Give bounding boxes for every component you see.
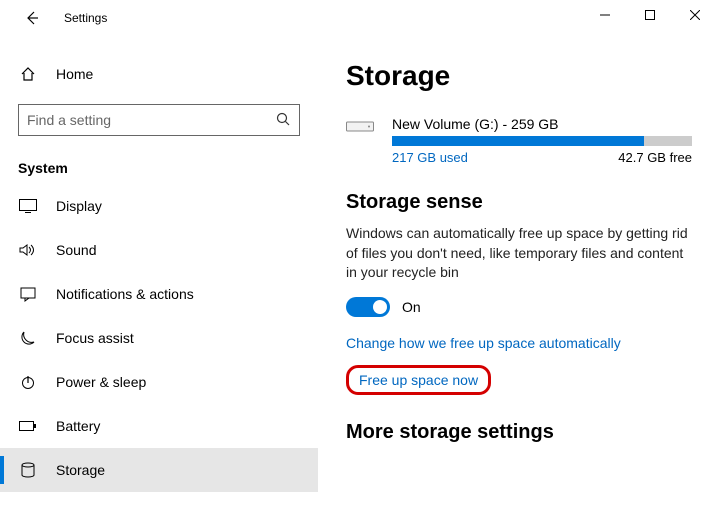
nav-label: Focus assist (56, 330, 134, 346)
link-free-up-now[interactable]: Free up space now (359, 372, 478, 388)
nav-label: Battery (56, 418, 100, 434)
back-button[interactable] (18, 4, 46, 32)
window-title: Settings (64, 11, 107, 25)
search-input[interactable] (27, 112, 275, 128)
nav-label: Display (56, 198, 102, 214)
power-icon (18, 374, 38, 390)
storage-sense-desc: Windows can automatically free up space … (346, 224, 697, 283)
nav-label: Storage (56, 462, 105, 478)
group-header-system: System (18, 160, 300, 176)
nav-battery[interactable]: Battery (18, 404, 300, 448)
sidebar: Home System Display Sound Notifica (0, 36, 318, 516)
battery-icon (18, 420, 38, 432)
drive-gauge (392, 136, 692, 146)
storage-icon (18, 462, 38, 478)
drive-used-link[interactable]: 217 GB used (392, 150, 468, 165)
drive-icon (346, 116, 376, 165)
link-change-free-up[interactable]: Change how we free up space automaticall… (346, 335, 621, 351)
storage-sense-toggle-label: On (402, 299, 421, 315)
minimize-button[interactable] (582, 0, 627, 30)
drive-gauge-fill (392, 136, 644, 146)
nav-label: Notifications & actions (56, 286, 194, 302)
highlight-annotation: Free up space now (346, 365, 491, 395)
display-icon (18, 199, 38, 213)
nav-focus-assist[interactable]: Focus assist (18, 316, 300, 360)
home-icon (18, 66, 38, 82)
home-label: Home (56, 66, 93, 82)
drive-name: New Volume (G:) - 259 GB (392, 116, 697, 132)
sound-icon (18, 243, 38, 257)
page-title: Storage (346, 60, 697, 92)
maximize-button[interactable] (627, 0, 672, 30)
more-storage-heading: More storage settings (346, 421, 697, 444)
nav-storage[interactable]: Storage (0, 448, 318, 492)
nav-label: Power & sleep (56, 374, 146, 390)
storage-sense-heading: Storage sense (346, 191, 697, 214)
nav-notifications[interactable]: Notifications & actions (18, 272, 300, 316)
notifications-icon (18, 286, 38, 302)
content-pane: Storage New Volume (G:) - 259 GB 217 GB … (318, 36, 717, 516)
home-nav[interactable]: Home (18, 54, 300, 94)
nav-sound[interactable]: Sound (18, 228, 300, 272)
close-button[interactable] (672, 0, 717, 30)
search-box[interactable] (18, 104, 300, 136)
search-icon (275, 111, 291, 130)
nav-display[interactable]: Display (18, 184, 300, 228)
nav-label: Sound (56, 242, 96, 258)
storage-sense-toggle[interactable] (346, 297, 390, 317)
drive-free: 42.7 GB free (618, 150, 692, 165)
nav-power-sleep[interactable]: Power & sleep (18, 360, 300, 404)
focus-assist-icon (18, 330, 38, 346)
drive-row[interactable]: New Volume (G:) - 259 GB 217 GB used 42.… (346, 116, 697, 165)
